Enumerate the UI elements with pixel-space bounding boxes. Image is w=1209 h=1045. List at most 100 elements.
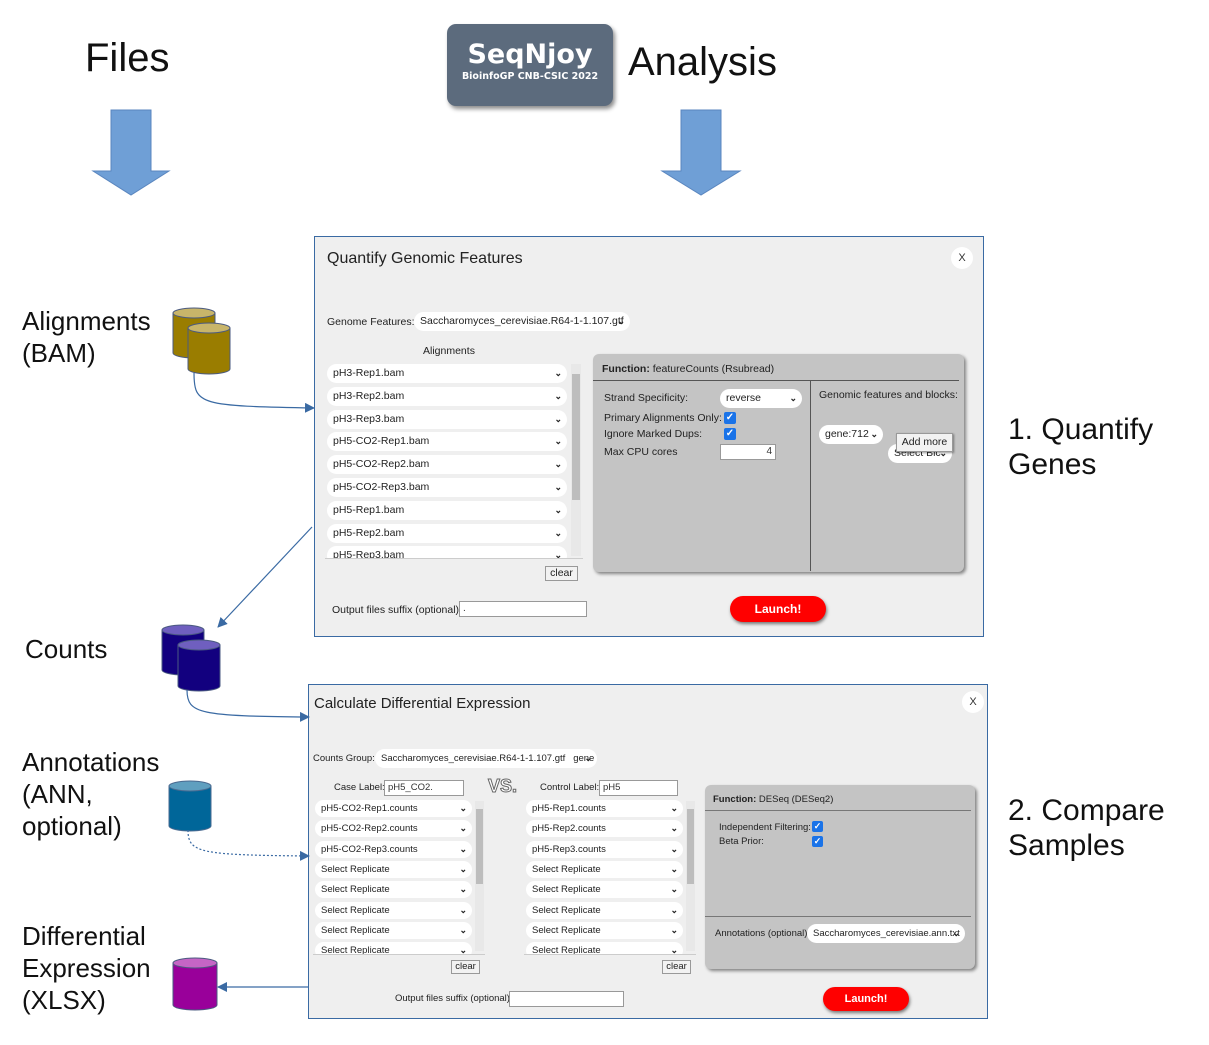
list-item-select[interactable]: pH5-Rep2.bam ⌄ [327,523,567,543]
control-label-input[interactable]: pH5 [599,780,678,796]
list-item-select[interactable]: pH5-CO2-Rep2.counts ⌄ [315,820,472,838]
counts-group-value: Saccharomyces_cerevisiae.R64-1-1.107.gtf… [381,753,595,764]
dups-checkbox[interactable]: ✓ [724,428,736,440]
alignments-scrollbar[interactable] [571,364,581,556]
alignments-clear-button[interactable]: clear [545,566,578,581]
list-item-value: pH5-CO2-Rep2.bam [333,458,430,471]
scrollbar-thumb[interactable] [572,374,580,500]
list-item-select[interactable]: pH5-Rep2.counts ⌄ [526,820,683,838]
list-item-select[interactable]: pH5-Rep1.counts ⌄ [526,800,683,817]
step2-label: 2. Compare Samples [1008,793,1165,863]
chevron-down-icon: ⌄ [554,459,562,470]
list-item-value: pH3-Rep1.bam [333,367,405,379]
chevron-down-icon: ⌄ [459,803,467,813]
features-blocks-label: Genomic features and blocks: [819,389,958,401]
chevron-down-icon: ⌄ [554,390,562,401]
chevron-down-icon: ⌄ [670,884,678,895]
divider [593,380,959,381]
list-item-select[interactable]: pH3-Rep1.bam ⌄ [327,364,567,383]
list-item-value: pH5-Rep3.counts [532,843,606,855]
list-item-select[interactable]: Select Replicate ⌄ [526,942,683,955]
list-item-select[interactable]: Select Replicate ⌄ [526,921,683,939]
indep-filtering-checkbox[interactable]: ✓ [812,821,823,832]
case-label-input[interactable]: pH5_CO2. [384,780,464,796]
chevron-down-icon: ⌄ [554,368,562,378]
quantify-panel: Quantify Genomic Features X Genome Featu… [314,236,984,637]
cpu-label: Max CPU cores [604,446,678,458]
step2-label-line: Samples [1008,829,1125,862]
close-icon: X [969,696,977,708]
cpu-input[interactable]: 4 [720,444,776,460]
case-list: pH5-CO2-Rep1.counts ⌄ pH5-CO2-Rep2.counts ⌄… [313,798,485,955]
primary-label: Primary Alignments Only: [604,412,722,424]
chevron-down-icon: ⌄ [459,924,467,935]
step2-label-line: 2. Compare [1008,794,1165,827]
beta-prior-checkbox[interactable]: ✓ [812,836,823,847]
list-item-select[interactable]: Select Replicate ⌄ [315,881,472,899]
list-item-value: pH5-CO2-Rep1.counts [321,803,418,814]
strand-select[interactable]: reverse ⌄ [720,389,802,408]
list-item-select[interactable]: pH5-CO2-Rep3.bam ⌄ [327,478,567,497]
primary-checkbox[interactable]: ✓ [724,412,736,424]
list-item-select[interactable]: pH5-CO2-Rep1.counts ⌄ [315,800,472,817]
list-item-value: Select Replicate [532,945,601,955]
feature-select[interactable]: gene:712 ⌄ [819,425,883,444]
function-value: featureCounts (Rsubread) [652,363,775,375]
quantify-suffix-label: Output files suffix (optional): [332,604,462,616]
list-item-select[interactable]: pH5-Rep3.bam ⌄ [327,546,567,558]
list-item-value: pH5-Rep2.counts [532,823,606,835]
list-item-select[interactable]: pH5-CO2-Rep3.counts ⌄ [315,840,472,858]
genome-features-select[interactable]: Saccharomyces_cerevisiae.R64-1-1.107.gtf… [414,312,630,331]
chevron-down-icon: ⌄ [617,316,625,326]
list-item-select[interactable]: pH3-Rep3.bam ⌄ [327,409,567,429]
list-item-select[interactable]: Select Replicate ⌄ [526,860,683,878]
annotations-database-icon [168,780,212,832]
list-item-select[interactable]: Select Replicate ⌄ [315,901,472,919]
list-item-select[interactable]: pH5-CO2-Rep1.bam ⌄ [327,432,567,452]
annotations-select[interactable]: Saccharomyces_cerevisiae.ann.txt ⌄ [807,924,965,943]
counts-group-select[interactable]: Saccharomyces_cerevisiae.R64-1-1.107.gtf… [375,749,597,768]
list-item-select[interactable]: pH3-Rep2.bam ⌄ [327,386,567,406]
chevron-down-icon: ⌄ [459,863,467,874]
quantify-suffix-input[interactable]: . [459,601,587,617]
case-clear-button[interactable]: clear [451,960,480,974]
list-item-select[interactable]: Select Replicate ⌄ [526,901,683,919]
control-clear-button[interactable]: clear [662,960,691,974]
chevron-down-icon: ⌄ [670,843,678,854]
list-item-value: Select Replicate [321,904,390,916]
scrollbar-thumb[interactable] [687,809,694,884]
diffexp-launch-button[interactable]: Launch! [823,987,909,1011]
chevron-down-icon: ⌄ [554,413,562,424]
list-item-value: Select Replicate [321,884,390,896]
beta-prior-label: Beta Prior: [719,836,764,847]
chevron-down-icon: ⌄ [670,904,678,915]
chevron-down-icon: ⌄ [584,753,592,763]
scrollbar-thumb[interactable] [476,809,483,884]
annotations-label-line: Annotations [22,747,160,777]
quantify-close-button[interactable]: X [951,247,973,269]
chevron-down-icon: ⌄ [554,436,562,447]
alignments-to-quantify-connector [193,372,315,413]
list-item-select[interactable]: Select Replicate ⌄ [315,860,472,878]
list-item-select[interactable]: Select Replicate ⌄ [315,921,472,939]
logo-name: SeqNjoy [467,39,593,70]
list-item-select[interactable]: pH5-Rep3.counts ⌄ [526,840,683,858]
indep-filtering-label: Independent Filtering: [719,822,811,833]
alignments-label: Alignments (BAM) [22,305,151,369]
list-item-select[interactable]: Select Replicate ⌄ [315,942,472,954]
quantify-launch-button[interactable]: Launch! [730,596,826,622]
divider [705,916,971,917]
diffexp-suffix-input[interactable] [509,991,624,1007]
list-item-select[interactable]: Select Replicate ⌄ [526,881,683,899]
alignments-label-line: (BAM) [22,338,96,368]
control-scrollbar[interactable] [686,801,695,951]
list-item-select[interactable]: pH5-CO2-Rep2.bam ⌄ [327,455,567,475]
counts-label-line: Counts [25,634,108,664]
add-more-button[interactable]: Add more [896,433,953,452]
list-item-value: pH5-CO2-Rep2.counts [321,823,418,835]
case-scrollbar[interactable] [475,801,484,951]
list-item-select[interactable]: pH5-Rep1.bam ⌄ [327,500,567,520]
diffexp-close-button[interactable]: X [962,691,984,713]
chevron-down-icon: ⌄ [459,843,467,854]
annotations-label-line: optional) [22,811,122,841]
